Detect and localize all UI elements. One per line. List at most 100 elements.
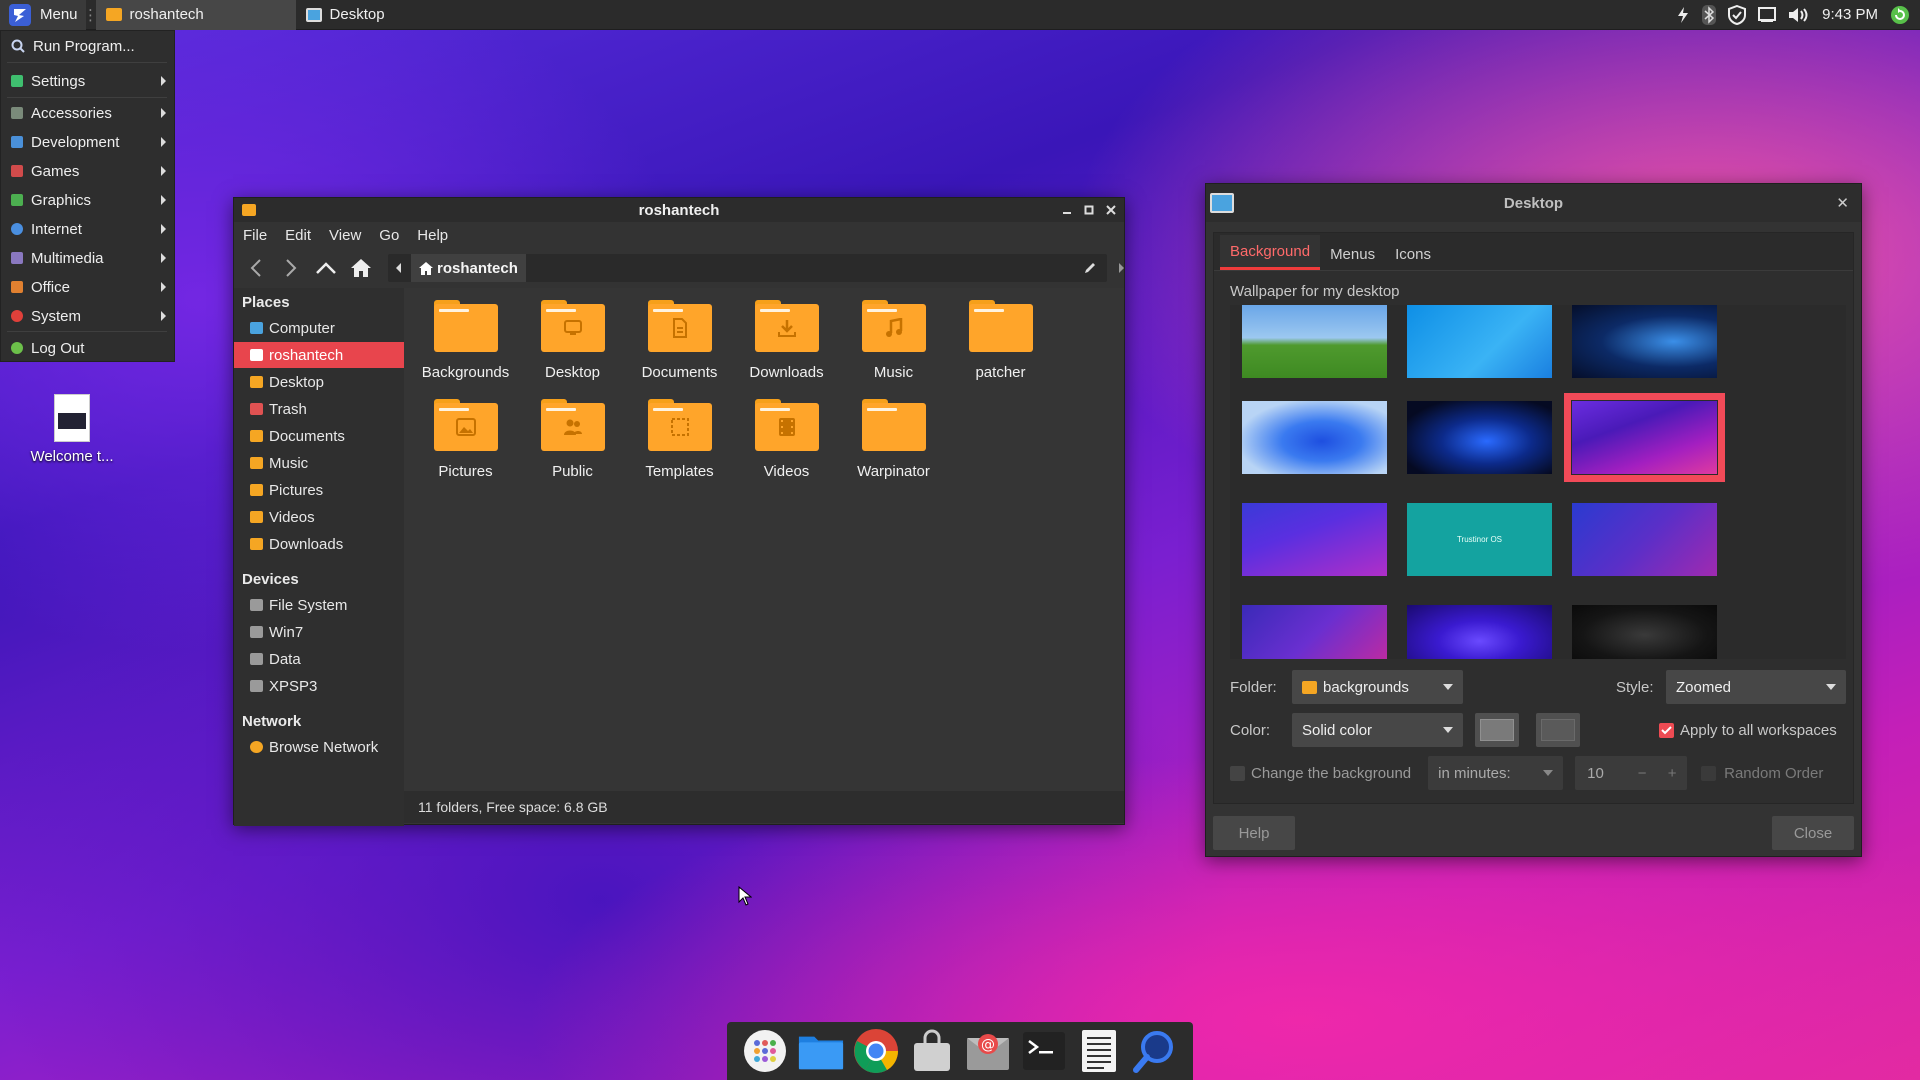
wallpaper-thumb[interactable]: Trustinor OS [1407,503,1552,576]
apply-all-checkbox[interactable] [1659,722,1674,738]
folder-item[interactable]: Backgrounds [412,290,519,382]
close-button[interactable]: Close [1772,816,1854,850]
primary-color-button[interactable] [1475,713,1519,747]
sidebar-item-file-system[interactable]: File System [234,592,404,618]
volume-icon[interactable] [1788,6,1810,24]
sidebar-item-roshantech[interactable]: roshantech [234,342,404,368]
close-button[interactable] [1106,205,1116,215]
sidebar-item-downloads[interactable]: Downloads [234,531,404,557]
menu-item-internet[interactable]: Internet [1,216,174,242]
sidebar-item-browse-network[interactable]: Browse Network [234,734,404,760]
up-button[interactable] [314,256,337,280]
interval-spinner[interactable]: 10 − + [1575,756,1688,790]
folder-item[interactable]: Warpinator [840,389,947,481]
folder-item[interactable]: Public [519,389,626,481]
desktop-icon-welcome[interactable]: Welcome t... [24,390,120,465]
clock[interactable]: 9:43 PM [1822,6,1878,23]
menu-help[interactable]: Help [417,227,448,244]
wallpaper-thumb[interactable] [1407,401,1552,474]
menu-file[interactable]: File [243,227,267,244]
close-icon[interactable]: ✕ [1836,194,1849,212]
dialog-titlebar[interactable]: Desktop ✕ [1206,184,1861,222]
sidebar-item-videos[interactable]: Videos [234,504,404,530]
random-order-checkbox[interactable] [1701,765,1717,781]
menu-item-run-program[interactable]: Run Program... [1,33,174,59]
store-icon[interactable] [908,1027,956,1075]
menu-item-accessories[interactable]: Accessories [1,100,174,126]
menu-item-office[interactable]: Office [1,274,174,300]
folder-item[interactable]: Desktop [519,290,626,382]
wallpaper-thumb[interactable] [1572,305,1717,378]
task-roshantech[interactable]: roshantech [95,0,296,30]
bluetooth-icon[interactable] [1702,4,1717,25]
change-background-checkbox[interactable] [1230,765,1245,781]
folder-item[interactable]: Templates [626,389,733,481]
menu-edit[interactable]: Edit [285,227,311,244]
folder-select[interactable]: backgrounds [1292,670,1463,704]
sidebar-item-computer[interactable]: Computer [234,315,404,341]
text-editor-icon[interactable] [1075,1027,1123,1075]
tab-icons[interactable]: Icons [1385,246,1441,270]
minus-icon[interactable]: − [1627,765,1657,782]
home-button[interactable] [349,256,372,280]
update-icon[interactable] [1890,5,1910,25]
sidebar-item-win7[interactable]: Win7 [234,619,404,645]
menu-go[interactable]: Go [379,227,399,244]
folder-item[interactable]: Downloads [733,290,840,382]
app-grid-icon[interactable] [741,1027,789,1075]
wallpaper-thumb[interactable] [1242,605,1387,659]
style-select[interactable]: Zoomed [1666,670,1846,704]
menu-item-settings[interactable]: Settings [1,68,174,94]
minimize-button[interactable] [1062,205,1072,215]
wallpaper-thumb[interactable] [1242,305,1387,378]
sidebar-item-data[interactable]: Data [234,646,404,672]
wallpaper-thumb-selected[interactable] [1564,393,1725,482]
interval-unit-select[interactable]: in minutes: [1428,756,1564,790]
wallpaper-thumb[interactable] [1242,503,1387,576]
shield-icon[interactable] [1728,4,1747,25]
menu-button[interactable]: Menu [0,0,86,30]
sidebar-item-desktop[interactable]: Desktop [234,369,404,395]
folder-item[interactable]: Videos [733,389,840,481]
back-button[interactable] [244,256,267,280]
wallpaper-thumb[interactable] [1572,503,1717,576]
tab-menus[interactable]: Menus [1320,246,1385,270]
wallpaper-thumb[interactable] [1242,401,1387,474]
chrome-icon[interactable] [852,1027,900,1075]
breadcrumb-home[interactable]: roshantech [411,254,526,282]
sidebar-item-xpsp3[interactable]: XPSP3 [234,673,404,699]
secondary-color-button[interactable] [1536,713,1580,747]
sidebar-item-trash[interactable]: Trash [234,396,404,422]
sidebar-item-music[interactable]: Music [234,450,404,476]
terminal-icon[interactable] [1020,1027,1068,1075]
folder-item[interactable]: patcher [947,290,1054,382]
color-select[interactable]: Solid color [1292,713,1463,747]
folder-item[interactable]: Music [840,290,947,382]
plus-icon[interactable]: + [1657,765,1687,782]
menu-item-graphics[interactable]: Graphics [1,187,174,213]
help-button[interactable]: Help [1213,816,1295,850]
display-icon[interactable] [1758,6,1777,23]
wallpaper-thumb[interactable] [1572,605,1717,659]
mail-icon[interactable]: @ [964,1027,1012,1075]
folder-item[interactable]: Documents [626,290,733,382]
folder-item[interactable]: Pictures [412,389,519,481]
menu-item-system[interactable]: System [1,303,174,329]
power-icon[interactable] [1676,6,1690,24]
menu-item-log-out[interactable]: Log Out [1,335,174,361]
menu-item-multimedia[interactable]: Multimedia [1,245,174,271]
path-scroll-right-button[interactable] [1118,263,1124,273]
edit-location-button[interactable] [1083,261,1097,275]
tab-background[interactable]: Background [1220,235,1321,270]
wallpaper-thumb[interactable] [1407,605,1552,659]
menu-item-games[interactable]: Games [1,158,174,184]
window-titlebar[interactable]: roshantech [234,198,1124,222]
sidebar-item-pictures[interactable]: Pictures [234,477,404,503]
menu-view[interactable]: View [329,227,361,244]
wallpaper-thumb[interactable] [1407,305,1552,378]
search-icon[interactable] [1131,1027,1179,1075]
menu-item-development[interactable]: Development [1,129,174,155]
files-icon[interactable] [797,1027,845,1075]
sidebar-item-documents[interactable]: Documents [234,423,404,449]
forward-button[interactable] [279,256,302,280]
